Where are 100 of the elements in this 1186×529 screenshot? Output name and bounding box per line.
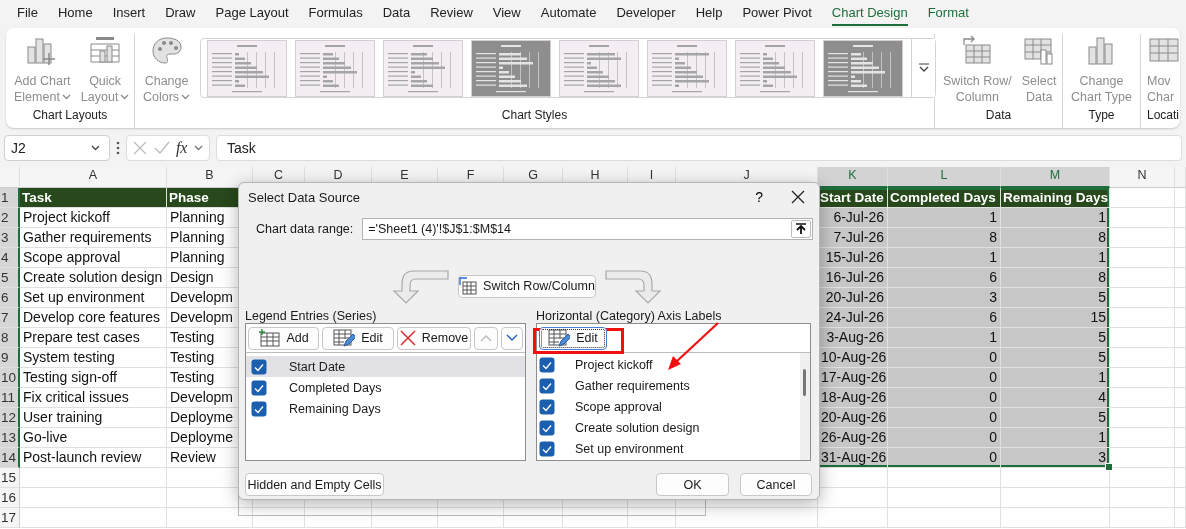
checkbox[interactable] <box>251 400 267 417</box>
checkbox[interactable] <box>539 419 555 436</box>
row-header[interactable]: 7 <box>0 308 20 328</box>
collapse-button[interactable] <box>791 220 812 238</box>
edit-button[interactable]: Edit <box>322 326 394 350</box>
cell[interactable]: 0 <box>888 428 1001 448</box>
cell[interactable] <box>1175 428 1186 448</box>
cell[interactable] <box>818 508 888 528</box>
cell[interactable]: 15-Jul-26 <box>818 248 888 268</box>
menu-tab[interactable]: Developer <box>616 2 676 26</box>
menu-tab[interactable]: Draw <box>165 2 196 26</box>
cell[interactable]: 3 <box>1001 448 1110 468</box>
cell[interactable] <box>888 488 1001 508</box>
cell[interactable] <box>1175 468 1186 488</box>
chart-style-thumbnail[interactable] <box>647 39 728 97</box>
cell[interactable] <box>504 508 563 528</box>
cell[interactable]: 0 <box>888 368 1001 388</box>
edit-button[interactable]: Edit <box>539 326 607 350</box>
header-cell[interactable]: Completed Days <box>888 188 1001 208</box>
cell[interactable]: Testing sign-off <box>20 368 167 388</box>
cell[interactable]: 1 <box>1001 428 1110 448</box>
cell[interactable] <box>1175 228 1186 248</box>
cell[interactable] <box>438 508 504 528</box>
cell[interactable]: 6 <box>888 268 1001 288</box>
cell[interactable] <box>1175 488 1186 508</box>
menu-tab[interactable]: Format <box>927 2 969 26</box>
cell[interactable] <box>1110 488 1175 508</box>
cell[interactable]: Gather requirements <box>20 228 167 248</box>
cell[interactable] <box>1175 328 1186 348</box>
cell[interactable]: User training <box>20 408 167 428</box>
checkbox[interactable] <box>539 356 555 373</box>
list-item[interactable]: Start Date <box>246 356 525 377</box>
cell[interactable] <box>1110 448 1175 468</box>
cell[interactable]: 8 <box>888 228 1001 248</box>
cell[interactable] <box>20 508 167 528</box>
cell[interactable] <box>1110 388 1175 408</box>
help-button[interactable]: ? <box>751 189 767 205</box>
cell[interactable]: Go-live <box>20 428 167 448</box>
more-options-icon[interactable] <box>116 141 120 155</box>
cell[interactable]: Fix critical issues <box>20 388 167 408</box>
cell[interactable] <box>1001 508 1110 528</box>
cell[interactable] <box>1001 488 1110 508</box>
checkbox[interactable] <box>251 379 267 396</box>
cell[interactable] <box>1175 308 1186 328</box>
cell[interactable]: 3-Aug-26 <box>818 328 888 348</box>
cell[interactable]: 3 <box>888 288 1001 308</box>
row-header[interactable]: 9 <box>0 348 20 368</box>
cell[interactable]: 5 <box>1001 328 1110 348</box>
cell[interactable]: 5 <box>1001 408 1110 428</box>
cell[interactable] <box>1175 188 1186 208</box>
cell[interactable] <box>1110 308 1175 328</box>
cell[interactable]: 5 <box>1001 348 1110 368</box>
cell[interactable] <box>20 468 167 488</box>
cell[interactable]: 0 <box>888 388 1001 408</box>
menu-tab[interactable]: Chart Design <box>831 2 908 26</box>
cell[interactable]: Create solution design <box>20 268 167 288</box>
switch-row-column-button[interactable]: Switch Row/Column <box>458 274 596 298</box>
row-header[interactable]: 11 <box>0 388 20 408</box>
remove-button[interactable]: Remove <box>397 326 471 350</box>
close-icon[interactable] <box>791 190 805 204</box>
cell[interactable] <box>1110 468 1175 488</box>
cell[interactable]: Project kickoff <box>20 208 167 228</box>
cell[interactable] <box>1175 508 1186 528</box>
cell[interactable]: 18-Aug-26 <box>818 388 888 408</box>
row-header[interactable]: 17 <box>0 508 20 528</box>
cell[interactable] <box>372 508 438 528</box>
row-header[interactable]: 6 <box>0 288 20 308</box>
cell[interactable]: 15 <box>1001 308 1110 328</box>
cell[interactable]: 17-Aug-26 <box>818 368 888 388</box>
cell[interactable] <box>20 488 167 508</box>
cell[interactable]: 6-Jul-26 <box>818 208 888 228</box>
chart-style-thumbnail[interactable] <box>735 39 816 97</box>
row-header[interactable]: 10 <box>0 368 20 388</box>
menu-tab[interactable]: Help <box>695 2 723 26</box>
chart-style-thumbnail[interactable] <box>383 39 464 97</box>
cell[interactable]: Post-launch review <box>20 448 167 468</box>
enter-icon[interactable] <box>153 141 170 155</box>
cell[interactable] <box>1175 368 1186 388</box>
column-header[interactable] <box>1175 167 1186 188</box>
down-button[interactable] <box>501 326 523 350</box>
header-cell[interactable]: Task <box>20 188 167 208</box>
cell[interactable]: 0 <box>888 408 1001 428</box>
cell[interactable] <box>1175 388 1186 408</box>
cell[interactable] <box>1110 428 1175 448</box>
header-cell[interactable]: Remaining Days <box>1001 188 1110 208</box>
row-header[interactable]: 15 <box>0 468 20 488</box>
cell[interactable]: 8 <box>1001 228 1110 248</box>
add-button[interactable]: Add <box>248 326 319 350</box>
cell[interactable]: 1 <box>1001 208 1110 228</box>
list-item[interactable]: Set up environment <box>537 438 800 459</box>
list-item[interactable]: Gather requirements <box>537 375 800 396</box>
cell[interactable]: 20-Jul-26 <box>818 288 888 308</box>
cell[interactable]: Prepare test cases <box>20 328 167 348</box>
cell[interactable] <box>888 468 1001 488</box>
row-header[interactable]: 8 <box>0 328 20 348</box>
chart-style-thumbnail[interactable] <box>823 39 904 97</box>
cell[interactable] <box>1110 188 1175 208</box>
cell[interactable] <box>167 508 253 528</box>
row-header[interactable]: 4 <box>0 248 20 268</box>
cell[interactable] <box>1110 408 1175 428</box>
